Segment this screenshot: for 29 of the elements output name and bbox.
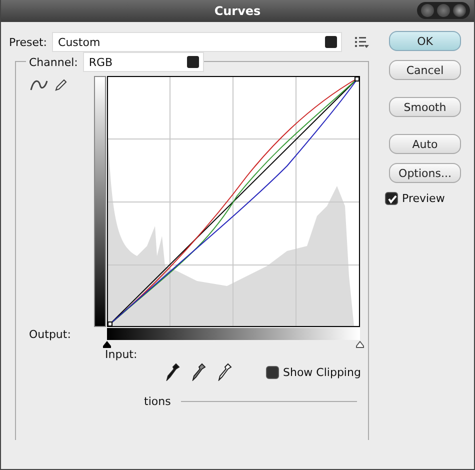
preview-checkbox[interactable] [385,192,398,205]
curve-tool-icon[interactable] [29,78,49,92]
window-button[interactable] [437,4,450,17]
window-button[interactable] [421,4,434,17]
curves-graph[interactable] [107,76,360,327]
window-title: Curves [214,4,261,18]
channel-label: Channel: [29,56,78,68]
input-slider-icon[interactable] [356,341,364,348]
eyedropper-icon[interactable] [192,363,206,381]
preset-dropdown[interactable]: Custom [52,32,342,52]
menu-icon[interactable] [355,36,370,48]
eyedropper-icon[interactable] [218,363,232,381]
channel-dropdown[interactable]: RGB [82,52,204,72]
window-button[interactable] [453,4,466,17]
preview-label: Preview [402,192,445,205]
show-clipping-label: Show Clipping [283,366,361,378]
output-label: Output: [29,328,72,341]
dialog-button[interactable]: Auto [389,134,461,154]
preset-label: Preset: [9,36,48,48]
eyedropper-icon[interactable] [166,363,180,381]
pencil-icon[interactable] [54,78,68,92]
dialog-button[interactable]: Options... [389,163,461,183]
input-slider-icon[interactable] [103,341,111,348]
show-clipping-checkbox[interactable] [266,366,279,378]
dialog-button[interactable]: Cancel [389,60,461,80]
input-label: Input: [105,348,138,361]
curve-display-options-label: tions [144,395,171,408]
dialog-button[interactable]: OK [389,31,461,51]
dialog-button[interactable]: Smooth [389,97,461,117]
